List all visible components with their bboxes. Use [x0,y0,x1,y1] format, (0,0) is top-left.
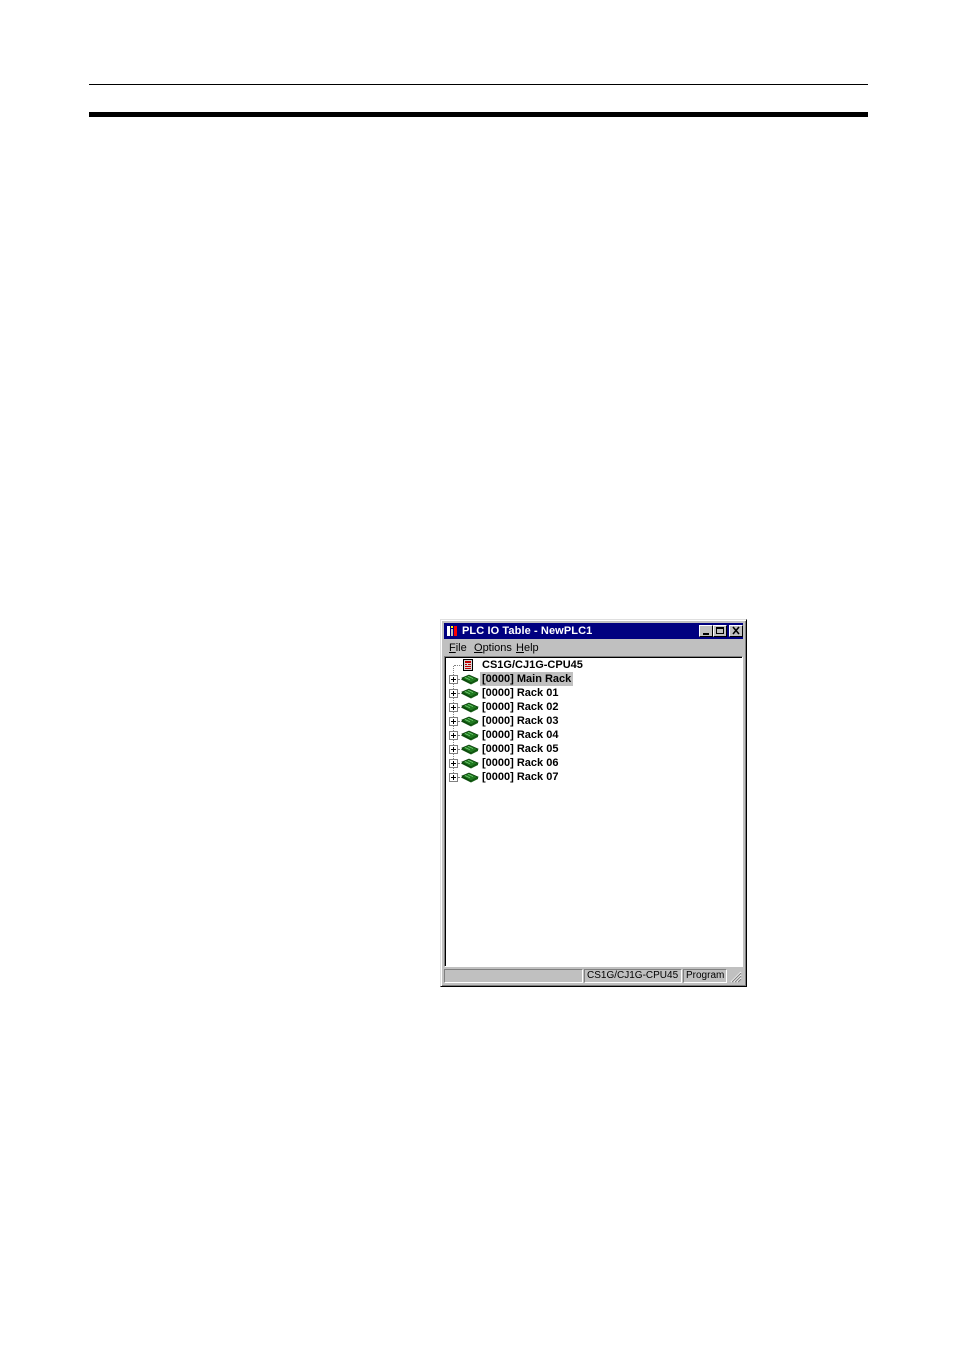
tree-node-rack[interactable]: [0000] Rack 03 [445,714,735,728]
tree-node-rack[interactable]: [0000] Rack 01 [445,686,735,700]
expand-plus-icon[interactable] [449,759,458,768]
menu-help[interactable]: Help [516,641,539,655]
tree-node-rack[interactable]: [0000] Main Rack [445,672,735,686]
tree-node-label: [0000] Rack 02 [482,701,559,713]
expand-plus-icon[interactable] [449,703,458,712]
expand-plus-icon[interactable] [449,745,458,754]
menu-file-label: ile [455,642,467,654]
status-pane-message [444,969,583,983]
rack-icon [461,688,479,699]
expand-plus-icon[interactable] [449,717,458,726]
tree-node-rack[interactable]: [0000] Rack 06 [445,756,735,770]
close-icon [732,626,740,635]
tree-node-rack[interactable]: [0000] Rack 05 [445,742,735,756]
tree-node-label: [0000] Rack 06 [482,757,559,769]
close-button[interactable] [729,625,743,637]
status-bar: CS1G/CJ1G-CPU45 Program [444,968,743,984]
tree-node-label: [0000] Rack 05 [482,743,559,755]
title-bar[interactable]: PLC IO Table - NewPLC1 [444,623,743,639]
io-table-tree[interactable]: CS1G/CJ1G-CPU45 [0000] Main Rack [0000] R… [444,656,743,967]
tree-connector-root [454,665,462,666]
tree-node-label: [0000] Main Rack [480,672,574,686]
menu-help-label: elp [523,642,539,654]
minimize-button[interactable] [699,625,713,637]
expand-plus-icon[interactable] [449,731,458,740]
tree-node-label: [0000] Rack 07 [482,771,559,783]
menu-options-accel: O [474,642,483,654]
cpu-icon [463,659,473,671]
menu-help-accel: H [516,642,524,654]
maximize-icon [716,627,724,634]
tree-node-label: [0000] Rack 03 [482,715,559,727]
minimize-icon [703,633,709,635]
tree-node-label: [0000] Rack 04 [482,729,559,741]
plc-io-table-app-icon[interactable] [445,624,459,638]
menu-options-label: ptions [482,642,512,654]
status-pane-mode: Program [683,969,727,983]
tree-node-rack[interactable]: [0000] Rack 02 [445,700,735,714]
tree-root-cpu[interactable]: CS1G/CJ1G-CPU45 [445,658,735,672]
rack-icon [461,674,479,685]
menu-bar: File Options Help [444,640,743,656]
rack-icon [461,730,479,741]
tree-node-label: [0000] Rack 01 [482,687,559,699]
tree-node-rack[interactable]: [0000] Rack 04 [445,728,735,742]
header-rule-thin [89,84,868,85]
tree-node-rack[interactable]: [0000] Rack 07 [445,770,735,784]
menu-file-accel: F [449,642,456,654]
header-rule-thick [89,112,868,117]
rack-icon [461,744,479,755]
plc-io-table-window: PLC IO Table - NewPLC1 File Options Help [440,619,747,987]
window-title: PLC IO Table - NewPLC1 [462,625,593,637]
rack-icon [461,716,479,727]
rack-icon [461,702,479,713]
rack-icon [461,772,479,783]
maximize-button[interactable] [713,625,727,637]
status-pane-model: CS1G/CJ1G-CPU45 [584,969,682,983]
expand-plus-icon[interactable] [449,689,458,698]
resize-grip-icon[interactable] [729,970,742,983]
rack-icon [461,758,479,769]
expand-plus-icon[interactable] [449,773,458,782]
tree-root-label: CS1G/CJ1G-CPU45 [482,659,583,671]
expand-plus-icon[interactable] [449,675,458,684]
menu-file[interactable]: File [449,641,467,655]
menu-options[interactable]: Options [474,641,512,655]
